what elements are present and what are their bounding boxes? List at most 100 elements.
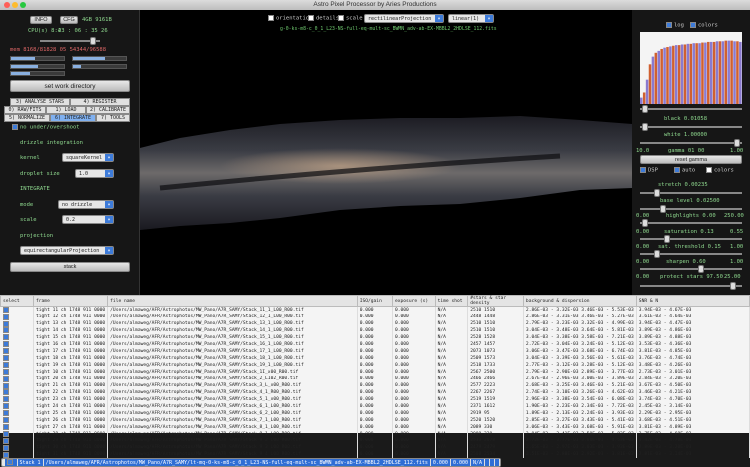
row-select-checkbox[interactable] (0, 396, 34, 404)
row-select-checkbox[interactable] (0, 430, 34, 438)
checkbox-icon[interactable] (2, 382, 9, 389)
table-row[interactable]: tight 27 ch 1748 911 0000/Users/almaweg/… (0, 423, 750, 431)
checkbox-icon[interactable] (2, 403, 9, 410)
row-select-checkbox[interactable] (0, 389, 34, 397)
sat-threshold-slider[interactable] (640, 250, 742, 258)
tab-calibrate[interactable]: 2) CALIBRATE (86, 106, 130, 114)
table-row[interactable]: tight 30 ch 1748 911 0000/Users/almaweg/… (0, 444, 750, 452)
black-point-slider[interactable] (640, 123, 742, 131)
table-row[interactable]: tight 21 ch 1748 911 0000/Users/almaweg/… (0, 382, 750, 390)
table-row[interactable]: tight 19 ch 1748 911 0000/Users/almaweg/… (0, 361, 750, 369)
table-row[interactable]: tight 22 ch 1748 911 0000/Users/almaweg/… (0, 389, 750, 397)
checkbox-icon[interactable] (2, 396, 9, 403)
checkbox-icon[interactable] (2, 327, 9, 334)
row-select-checkbox[interactable] (0, 341, 34, 348)
checkbox-icon[interactable] (2, 430, 9, 437)
scale-checkbox[interactable]: scale (338, 15, 363, 22)
column-header[interactable]: exposure (s) (391, 295, 436, 307)
set-work-directory-button[interactable]: set work directory (10, 80, 130, 92)
row-select-checkbox[interactable] (0, 416, 34, 424)
checkbox-icon[interactable] (2, 410, 9, 417)
row-select-checkbox[interactable] (0, 451, 34, 459)
column-header[interactable]: SNR & N (635, 295, 750, 307)
stretch-mode-select[interactable]: linear(1) ▾ (448, 14, 494, 23)
checkbox-icon[interactable] (2, 368, 9, 375)
table-row[interactable]: tight 17 ch 1748 911 0000/Users/almaweg/… (0, 347, 750, 355)
colors-dsp-checkbox[interactable]: colors (706, 167, 734, 174)
highlights-slider[interactable] (640, 219, 742, 227)
table-row[interactable]: tight 23 ch 1748 911 0000/Users/almaweg/… (0, 396, 750, 404)
cpu-slider-knob[interactable] (90, 37, 96, 45)
table-row[interactable]: tight 13 ch 1748 911 0000/Users/almaweg/… (0, 320, 750, 328)
tab-register[interactable]: 4) REGISTER (70, 98, 130, 106)
orientation-checkbox[interactable]: orientation (268, 15, 312, 22)
checkbox-icon[interactable] (2, 389, 9, 396)
table-row[interactable]: tight 31 ch 1748 911 0000/Users/almaweg/… (0, 451, 750, 459)
column-header[interactable]: file name (107, 295, 358, 307)
row-select-checkbox[interactable] (0, 382, 34, 390)
white-point-slider[interactable] (640, 139, 742, 147)
row-select-checkbox[interactable] (0, 334, 34, 342)
projection-select[interactable]: equirectangularProjection ▾ (20, 246, 114, 255)
projection-view-select[interactable]: rectilinearProjection ▾ (364, 14, 444, 23)
row-select-checkbox[interactable] (0, 368, 34, 376)
info-button[interactable]: INFO (30, 16, 52, 24)
stack-button[interactable]: stack (10, 262, 130, 272)
tab-analyse-stars[interactable]: 3) ANALYSE STARS (10, 98, 70, 106)
table-row[interactable]: tight 11 ch 1748 911 0000/Users/almaweg/… (0, 306, 750, 314)
minimize-window-button[interactable] (12, 2, 18, 8)
row-select-checkbox[interactable] (0, 361, 34, 369)
checkbox-icon[interactable] (2, 423, 9, 430)
checkbox-icon[interactable] (6, 459, 13, 466)
details-checkbox[interactable]: details (308, 15, 339, 22)
tab-tools[interactable]: 7) TOOLS (96, 114, 130, 122)
row-select-checkbox[interactable] (4, 459, 18, 467)
row-select-checkbox[interactable] (0, 313, 34, 321)
row-select-checkbox[interactable] (0, 347, 34, 355)
table-row[interactable]: Stack 1/Users/almaweg/AFR/Astrophotos/MW… (0, 458, 502, 467)
checkbox-icon[interactable] (2, 334, 9, 341)
no-under-overshoot-checkbox[interactable]: no under/overshoot (12, 124, 80, 131)
histogram-slider[interactable] (640, 105, 742, 113)
table-row[interactable]: tight 15 ch 1748 911 0000/Users/almaweg/… (0, 334, 750, 342)
row-select-checkbox[interactable] (0, 423, 34, 431)
row-select-checkbox[interactable] (0, 403, 34, 410)
table-row[interactable]: tight 24 ch 1748 911 0000/Users/almaweg/… (0, 403, 750, 410)
table-row[interactable]: tight 12 ch 1748 911 0000/Users/almaweg/… (0, 313, 750, 321)
checkbox-icon[interactable] (2, 341, 9, 348)
maximize-window-button[interactable] (20, 2, 26, 8)
checkbox-icon[interactable] (2, 375, 9, 382)
checkbox-icon[interactable] (2, 444, 9, 451)
tab-raw-fits[interactable]: 0) RAW/FITS (4, 106, 46, 114)
colors-checkbox[interactable]: colors (690, 22, 718, 29)
row-select-checkbox[interactable] (0, 320, 34, 328)
tab-load[interactable]: 1) LOAD (46, 106, 86, 114)
table-row[interactable]: tight 26 ch 1748 911 0000/Users/almaweg/… (0, 416, 750, 424)
row-select-checkbox[interactable] (0, 354, 34, 362)
checkbox-icon[interactable] (2, 313, 9, 320)
checkbox-icon[interactable] (2, 451, 9, 458)
column-header[interactable]: background & dispersion (522, 295, 637, 307)
column-header[interactable]: frame (32, 295, 109, 307)
close-window-button[interactable] (4, 2, 10, 8)
checkbox-icon[interactable] (2, 307, 9, 313)
stretch-slider[interactable] (640, 189, 742, 197)
column-header[interactable]: time shot (434, 295, 469, 307)
table-row[interactable]: tight 18 ch 1748 911 0000/Users/almaweg/… (0, 354, 750, 362)
tab-normalize[interactable]: 5) NORMALIZE (4, 114, 50, 122)
mode-select[interactable]: no drizzle ▾ (58, 200, 114, 209)
log-checkbox[interactable]: log (666, 22, 684, 29)
table-row[interactable]: tight 28 ch 1748 911 0000/Users/almaweg/… (0, 430, 750, 438)
auto-checkbox[interactable]: auto (674, 167, 695, 174)
checkbox-icon[interactable] (2, 417, 9, 424)
row-select-checkbox[interactable] (0, 409, 34, 417)
column-header[interactable]: select (0, 295, 34, 307)
protect-stars-slider[interactable] (640, 282, 742, 290)
table-row[interactable]: tight 10 ch 1748 911 0000/Users/almaweg/… (0, 368, 750, 376)
sharpen-slider[interactable] (640, 265, 742, 273)
checkbox-icon[interactable] (2, 361, 9, 368)
tab-integrate[interactable]: 6) INTEGRATE (50, 114, 96, 122)
row-select-checkbox[interactable] (0, 375, 34, 383)
row-select-checkbox[interactable] (0, 327, 34, 335)
cpu-slider[interactable] (40, 37, 100, 45)
